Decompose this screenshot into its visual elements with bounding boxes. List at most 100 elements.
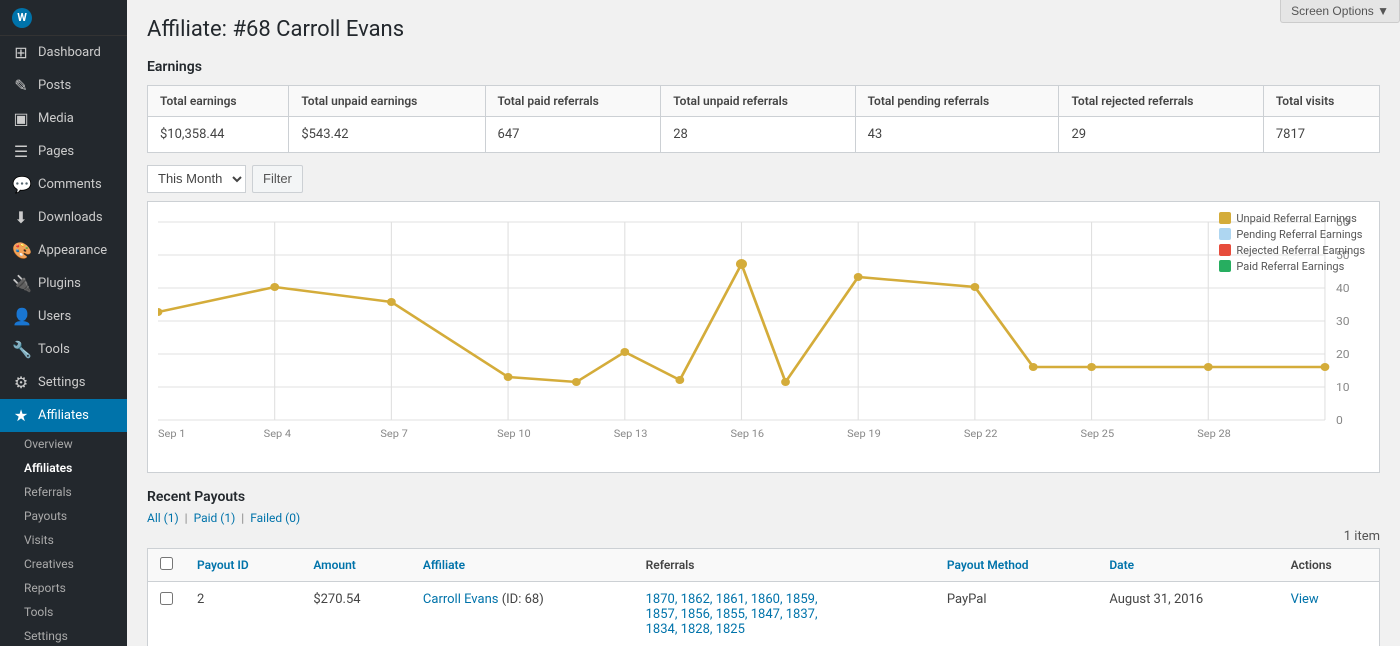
submenu-settings[interactable]: Settings [0, 624, 127, 646]
settings-icon: ⚙ [12, 373, 30, 392]
filter-failed-link[interactable]: Failed (0) [250, 511, 300, 525]
select-all-checkbox[interactable] [160, 557, 173, 570]
svg-text:Sep 25: Sep 25 [1081, 427, 1115, 439]
submenu-creatives[interactable]: Creatives [0, 552, 127, 576]
sidebar-item-tools[interactable]: 🔧 Tools [0, 333, 127, 366]
screen-options-button[interactable]: Screen Options ▼ [1280, 0, 1400, 23]
legend-unpaid-dot [1219, 212, 1231, 224]
earnings-col-pending-ref: Total pending referrals [855, 85, 1059, 116]
svg-text:Sep 19: Sep 19 [847, 427, 881, 439]
chart-svg-area: 60 50 40 30 20 10 0 Sep 1 Sep 4 Sep 7 Se… [158, 212, 1369, 442]
dashboard-icon: ⊞ [12, 43, 30, 62]
downloads-icon: ⬇ [12, 208, 30, 227]
row-checkbox[interactable] [160, 592, 173, 605]
legend-pending-label: Pending Referral Earnings [1236, 228, 1362, 241]
users-icon: 👤 [12, 307, 30, 326]
page-title: Affiliate: #68 Carroll Evans [147, 16, 1380, 45]
referral-1870[interactable]: 1870 [646, 592, 675, 607]
svg-text:Sep 16: Sep 16 [730, 427, 764, 439]
earnings-col-unpaid: Total unpaid earnings [289, 85, 485, 116]
payouts-col-affiliate[interactable]: Affiliate [411, 548, 634, 581]
earnings-val-unpaid: $543.42 [289, 116, 485, 152]
filter-separator-1: | [185, 511, 188, 525]
legend-rejected-dot [1219, 244, 1231, 256]
submenu-overview[interactable]: Overview [0, 432, 127, 456]
svg-text:Sep 4: Sep 4 [264, 427, 292, 439]
sidebar-item-settings[interactable]: ⚙ Settings [0, 366, 127, 399]
legend-paid-dot [1219, 260, 1231, 272]
sidebar-item-plugins[interactable]: 🔌 Plugins [0, 267, 127, 300]
payouts-col-affiliate-link[interactable]: Affiliate [423, 558, 465, 572]
submenu-referrals[interactable]: Referrals [0, 480, 127, 504]
filter-paid-link[interactable]: Paid (1) [194, 511, 236, 525]
plugins-icon: 🔌 [12, 274, 30, 293]
referral-1860[interactable]: 1860 [751, 592, 780, 607]
submenu-reports[interactable]: Reports [0, 576, 127, 600]
referral-1847[interactable]: 1847 [751, 607, 780, 622]
svg-text:Sep 1: Sep 1 [158, 427, 185, 439]
legend-unpaid: Unpaid Referral Earnings [1219, 212, 1365, 225]
payouts-col-actions: Actions [1279, 548, 1380, 581]
referral-1855[interactable]: 1855 [716, 607, 745, 622]
submenu-payouts[interactable]: Payouts [0, 504, 127, 528]
view-action-link[interactable]: View [1291, 592, 1319, 607]
referral-1837[interactable]: 1837 [786, 607, 815, 622]
svg-text:40: 40 [1336, 281, 1350, 294]
legend-unpaid-label: Unpaid Referral Earnings [1236, 212, 1356, 225]
payouts-col-date-link[interactable]: Date [1109, 558, 1134, 572]
sidebar-item-appearance[interactable]: 🎨 Appearance [0, 234, 127, 267]
referral-1859[interactable]: 1859 [786, 592, 815, 607]
referral-1856[interactable]: 1856 [681, 607, 710, 622]
payouts-col-id[interactable]: Payout ID [185, 548, 301, 581]
sidebar-item-downloads[interactable]: ⬇ Downloads [0, 201, 127, 234]
referral-1861[interactable]: 1861 [716, 592, 745, 607]
affiliates-icon: ★ [12, 406, 30, 425]
sidebar-item-posts[interactable]: ✎ Posts [0, 69, 127, 102]
svg-text:10: 10 [1336, 380, 1350, 393]
posts-icon: ✎ [12, 76, 30, 95]
chart-legend: Unpaid Referral Earnings Pending Referra… [1219, 212, 1365, 276]
earnings-val-total: $10,358.44 [148, 116, 289, 152]
svg-text:Sep 10: Sep 10 [497, 427, 531, 439]
submenu-tools[interactable]: Tools [0, 600, 127, 624]
sidebar-item-dashboard[interactable]: ⊞ Dashboard [0, 36, 127, 69]
svg-text:Sep 28: Sep 28 [1197, 427, 1231, 439]
affiliate-link[interactable]: Carroll Evans [423, 592, 499, 607]
submenu-visits[interactable]: Visits [0, 528, 127, 552]
earnings-col-paid-ref: Total paid referrals [485, 85, 661, 116]
row-id: 2 [185, 581, 301, 646]
payouts-col-method-link[interactable]: Payout Method [947, 558, 1029, 572]
payouts-col-amount[interactable]: Amount [301, 548, 411, 581]
filter-select[interactable]: This Month Last Month This Year Last Yea… [147, 165, 246, 193]
earnings-col-visits: Total visits [1263, 85, 1379, 116]
row-method: PayPal [935, 581, 1097, 646]
sidebar-item-affiliates[interactable]: ★ Affiliates [0, 399, 127, 432]
wp-logo: W [12, 8, 32, 28]
payouts-col-amount-link[interactable]: Amount [313, 558, 356, 572]
row-date: August 31, 2016 [1097, 581, 1278, 646]
referral-1828[interactable]: 1828 [681, 622, 710, 637]
svg-text:Sep 22: Sep 22 [964, 427, 998, 439]
payouts-col-date[interactable]: Date [1097, 548, 1278, 581]
sidebar-item-users[interactable]: 👤 Users [0, 300, 127, 333]
sidebar-item-comments[interactable]: 💬 Comments [0, 168, 127, 201]
referral-1862[interactable]: 1862 [681, 592, 710, 607]
earnings-col-total: Total earnings [148, 85, 289, 116]
payouts-col-id-link[interactable]: Payout ID [197, 558, 249, 572]
filter-all-link[interactable]: All (1) [147, 511, 179, 525]
filter-button[interactable]: Filter [252, 165, 303, 193]
sidebar-logo: W [0, 0, 127, 36]
referral-1857[interactable]: 1857 [646, 607, 675, 622]
legend-pending-dot [1219, 228, 1231, 240]
submenu-affiliates[interactable]: Affiliates [0, 456, 127, 480]
sidebar-item-pages[interactable]: ☰ Pages [0, 135, 127, 168]
filter-row: This Month Last Month This Year Last Yea… [147, 165, 1380, 193]
item-count: 1 item [147, 529, 1380, 544]
referral-1834[interactable]: 1834 [646, 622, 675, 637]
sidebar: W ⊞ Dashboard ✎ Posts ▣ Media ☰ Pages 💬 … [0, 0, 127, 646]
sidebar-item-media[interactable]: ▣ Media [0, 102, 127, 135]
referral-1825[interactable]: 1825 [716, 622, 745, 637]
earnings-val-rejected-ref: 29 [1059, 116, 1263, 152]
payouts-col-method[interactable]: Payout Method [935, 548, 1097, 581]
earnings-col-rejected-ref: Total rejected referrals [1059, 85, 1263, 116]
